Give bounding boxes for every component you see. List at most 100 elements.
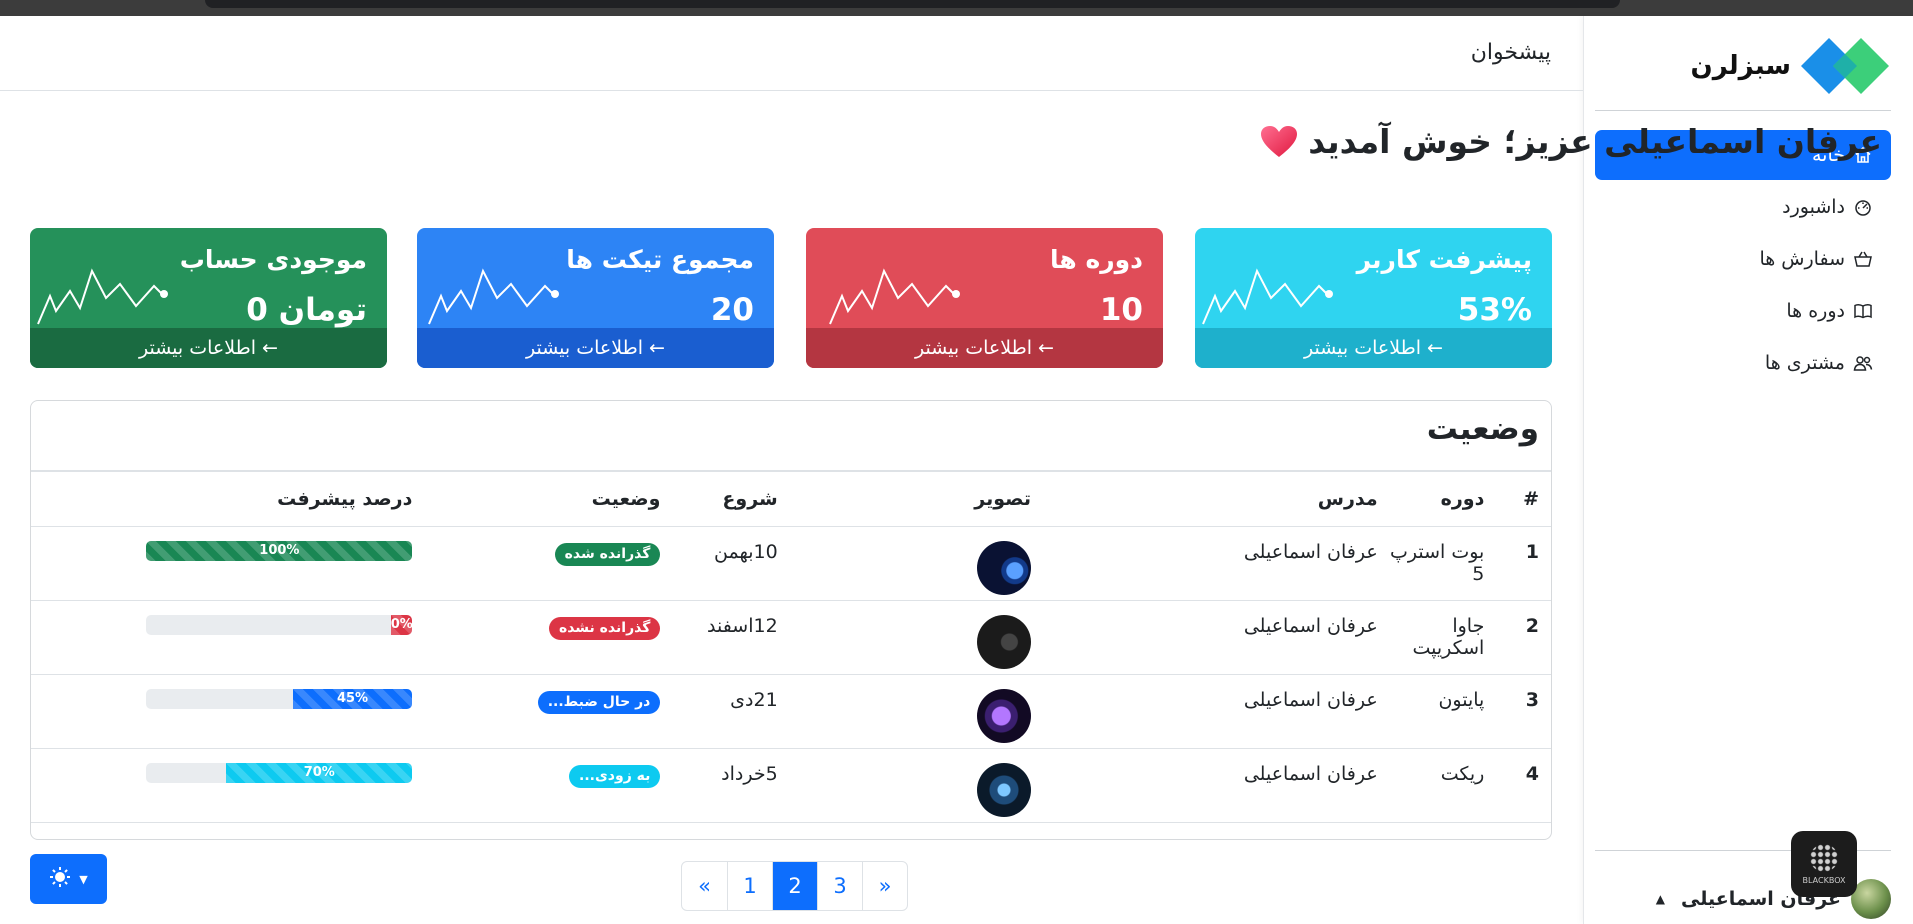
sidebar-item-dashboard[interactable]: داشبورد [1595, 182, 1891, 232]
book-icon [1853, 301, 1873, 321]
status-badge: در حال ضبط... [537, 690, 661, 714]
progress-bar: 100% [146, 540, 413, 561]
more-info-link[interactable]: اطلاعات بیشتر ← [417, 328, 774, 368]
sidebar-item-customers[interactable]: مشتری ها [1595, 338, 1891, 388]
address-bar[interactable] [205, 0, 1620, 8]
brand[interactable]: سبزلرن [1595, 26, 1891, 106]
sidebar-item-label: دوره ها [1786, 300, 1845, 322]
page-3[interactable]: 3 [817, 862, 862, 910]
card-value: 20 [710, 292, 754, 328]
welcome-text: عرفان اسماعیلی عزیز؛ خوش آمدید [1308, 122, 1882, 161]
sparkline-icon [428, 268, 559, 325]
speedometer-icon [1853, 197, 1873, 217]
col-course: دوره [1377, 472, 1485, 527]
start-date: 21دی [660, 674, 778, 749]
table-row: 2 جاوا اسکریپت عرفان اسماعیلی 12اسفند گذ… [31, 600, 1551, 675]
stat-cards: پیشرفت کاربر 53% اطلاعات بیشتر ← دوره ها… [30, 228, 1552, 368]
sidebar-item-label: داشبورد [1782, 196, 1845, 218]
col-num: # [1484, 472, 1551, 527]
sparkline-icon [829, 268, 960, 325]
heart-icon [1261, 125, 1298, 157]
table-header-row: # دوره مدرس تصویر شروع وضعیت درصد پیشرفت [31, 472, 1551, 527]
table-row: 4 ریکت عرفان اسماعیلی 5خرداد به زودی... … [31, 748, 1551, 823]
sidebar-item-courses[interactable]: دوره ها [1595, 286, 1891, 336]
progress-bar: 45% [146, 688, 413, 709]
status-badge: گذرانده شده [554, 542, 661, 566]
card-user-progress: پیشرفت کاربر 53% اطلاعات بیشتر ← [1195, 228, 1552, 368]
sun-icon [49, 866, 71, 893]
card-title: دوره ها [1050, 245, 1143, 274]
teacher-name: عرفان اسماعیلی [1031, 526, 1378, 601]
card-title: موجودی حساب [179, 245, 367, 274]
course-thumbnail [977, 614, 1032, 669]
progress-fill: 70% [226, 762, 413, 783]
teacher-name: عرفان اسماعیلی [1031, 600, 1378, 675]
course-name: بوت استرپ 5 [1377, 526, 1485, 601]
welcome-heading: عرفان اسماعیلی عزیز؛ خوش آمدید [1260, 122, 1882, 161]
progress-fill: 100% [146, 540, 413, 561]
sidebar-item-label: سفارش ها [1759, 248, 1845, 270]
card-value: 10 [1099, 292, 1143, 328]
browser-chrome [0, 0, 1913, 16]
table-row: 3 پایتون عرفان اسماعیلی 21دی در حال ضبط.… [31, 674, 1551, 749]
progress-fill: 0% [391, 614, 413, 635]
more-info-link[interactable]: اطلاعات بیشتر ← [1195, 328, 1552, 368]
col-teacher: مدرس [1031, 472, 1378, 527]
progress-bar: 0% [146, 614, 413, 635]
page-title: پیشخوان [1470, 40, 1551, 65]
basket-icon [1853, 249, 1873, 269]
start-date: 10بهمن [660, 526, 778, 601]
row-num: 1 [1484, 526, 1551, 601]
course-thumbnail [977, 688, 1032, 743]
card-title: مجموع تیکت ها [566, 245, 754, 274]
sparkline-icon [1202, 268, 1333, 325]
more-info-link[interactable]: اطلاعات بیشتر ← [30, 328, 387, 368]
course-name: پایتون [1377, 674, 1485, 749]
panel-title: وضعیت [1426, 411, 1539, 447]
progress-fill: 45% [292, 688, 413, 709]
col-state: وضعیت [412, 472, 661, 527]
avatar [1851, 879, 1891, 919]
row-num: 4 [1484, 748, 1551, 823]
sidebar-item-label: مشتری ها [1764, 352, 1845, 374]
theme-toggle-button[interactable]: ▼ [30, 854, 107, 904]
teacher-name: عرفان اسماعیلی [1031, 674, 1378, 749]
blackbox-widget[interactable]: BLACKBOX [1791, 831, 1857, 897]
start-date: 5خرداد [660, 748, 778, 823]
course-thumbnail [977, 540, 1032, 595]
col-progress: درصد پیشرفت [31, 472, 413, 527]
status-panel: وضعیت # دوره مدرس تصویر شروع وضعیت درصد … [30, 400, 1552, 840]
course-name: ریکت [1377, 748, 1485, 823]
status-badge: به زودی... [569, 764, 661, 788]
card-balance: موجودی حساب 0 تومان اطلاعات بیشتر ← [30, 228, 387, 368]
card-value: 53% [1457, 292, 1532, 328]
teacher-name: عرفان اسماعیلی [1031, 748, 1378, 823]
pagination: « 1 2 3 » [681, 861, 908, 911]
blackbox-label: BLACKBOX [1802, 875, 1846, 885]
row-num: 2 [1484, 600, 1551, 675]
chevron-down-icon: ▼ [79, 872, 88, 886]
row-num: 3 [1484, 674, 1551, 749]
page-next[interactable]: » [862, 862, 907, 910]
course-name: جاوا اسکریپت [1377, 600, 1485, 675]
course-thumbnail [977, 762, 1032, 817]
more-info-link[interactable]: اطلاعات بیشتر ← [806, 328, 1163, 368]
brand-name: سبزلرن [1690, 51, 1791, 81]
card-courses: دوره ها 10 اطلاعات بیشتر ← [806, 228, 1163, 368]
card-title: پیشرفت کاربر [1356, 245, 1532, 274]
sidebar-nav: خانه داشبورد سفارش ها دوره ها مشتری ها [1595, 130, 1891, 390]
page-2[interactable]: 2 [772, 862, 817, 910]
table-row: 1 بوت استرپ 5 عرفان اسماعیلی 10بهمن گذرا… [31, 526, 1551, 601]
brand-logo-icon [1799, 34, 1891, 98]
page-prev[interactable]: « [682, 862, 727, 910]
sparkline-icon [37, 268, 168, 325]
col-start: شروع [660, 472, 778, 527]
status-table: # دوره مدرس تصویر شروع وضعیت درصد پیشرفت… [31, 472, 1551, 823]
card-value: 0 تومان [246, 292, 367, 328]
page-1[interactable]: 1 [727, 862, 772, 910]
top-header: پیشخوان [0, 16, 1583, 91]
sidebar-item-orders[interactable]: سفارش ها [1595, 234, 1891, 284]
sidebar-divider [1595, 110, 1891, 111]
caret-up-icon: ▲ [1655, 892, 1665, 906]
col-image: تصویر [777, 472, 1032, 527]
